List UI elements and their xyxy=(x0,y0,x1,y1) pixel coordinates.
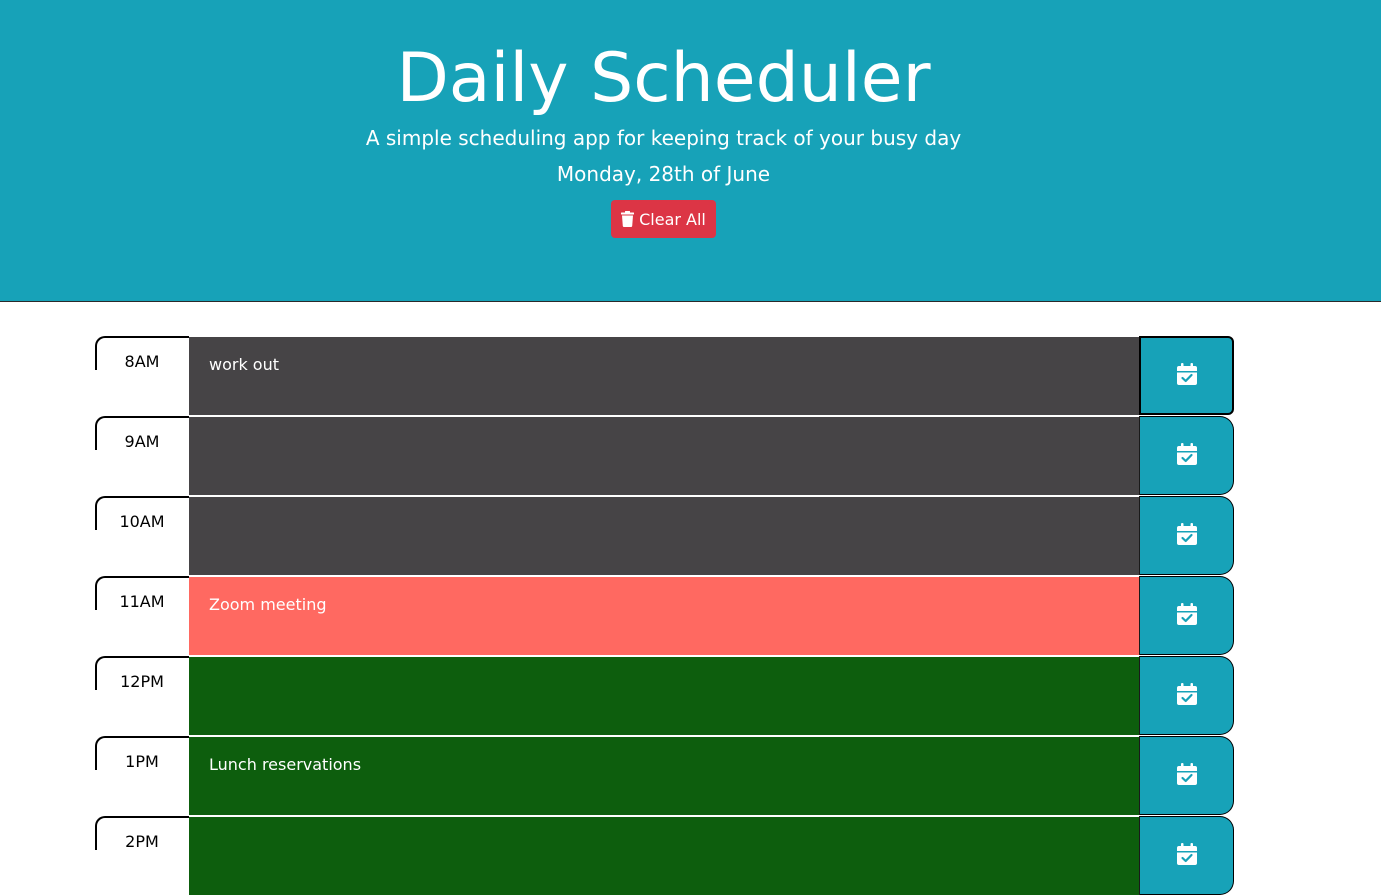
save-button[interactable] xyxy=(1139,656,1234,735)
clear-all-label: Clear All xyxy=(639,209,706,229)
event-description-input[interactable] xyxy=(189,736,1139,815)
event-description-input[interactable] xyxy=(189,336,1139,415)
time-block-row: 1PM xyxy=(95,736,1234,816)
time-block-row: 11AM xyxy=(95,576,1234,656)
calendar-check-icon xyxy=(1176,603,1197,628)
hour-label: 10AM xyxy=(119,512,165,531)
current-date: Monday, 28th of June xyxy=(556,162,771,186)
hour-label: 12PM xyxy=(120,672,164,691)
save-button[interactable] xyxy=(1139,416,1234,495)
hour-label: 8AM xyxy=(124,352,160,371)
hour-cell: 8AM xyxy=(95,336,189,416)
hour-label: 1PM xyxy=(125,752,159,771)
page-title: Daily Scheduler xyxy=(396,39,931,118)
event-description-input[interactable] xyxy=(189,816,1139,895)
hour-cell: 2PM xyxy=(95,816,189,896)
schedule: 8AM 9AM 10AM 11AM 12PM 1PM 2PM xyxy=(95,336,1234,896)
save-button[interactable] xyxy=(1139,736,1234,815)
event-description-input[interactable] xyxy=(189,656,1139,735)
calendar-check-icon xyxy=(1176,443,1197,468)
event-description-input[interactable] xyxy=(189,416,1139,495)
time-block-row: 9AM xyxy=(95,416,1234,496)
header: Daily Scheduler A simple scheduling app … xyxy=(0,0,1381,302)
trash-icon xyxy=(621,211,635,227)
time-block-row: 8AM xyxy=(95,336,1234,416)
hour-cell: 10AM xyxy=(95,496,189,576)
calendar-check-icon xyxy=(1176,363,1197,388)
hour-cell: 9AM xyxy=(95,416,189,496)
calendar-check-icon xyxy=(1176,763,1197,788)
event-description-input[interactable] xyxy=(189,576,1139,655)
save-button[interactable] xyxy=(1139,336,1234,415)
calendar-check-icon xyxy=(1176,523,1197,548)
hour-label: 2PM xyxy=(125,832,159,851)
hour-cell: 1PM xyxy=(95,736,189,816)
save-button[interactable] xyxy=(1139,576,1234,655)
time-block-row: 2PM xyxy=(95,816,1234,896)
hour-cell: 11AM xyxy=(95,576,189,656)
event-description-input[interactable] xyxy=(189,496,1139,575)
save-button[interactable] xyxy=(1139,496,1234,575)
clear-all-button[interactable]: Clear All xyxy=(611,200,716,238)
page-subtitle: A simple scheduling app for keeping trac… xyxy=(365,126,962,150)
time-block-row: 10AM xyxy=(95,496,1234,576)
hour-cell: 12PM xyxy=(95,656,189,736)
hour-label: 9AM xyxy=(124,432,160,451)
save-button[interactable] xyxy=(1139,816,1234,895)
hour-label: 11AM xyxy=(119,592,165,611)
calendar-check-icon xyxy=(1176,683,1197,708)
calendar-check-icon xyxy=(1176,843,1197,868)
time-block-row: 12PM xyxy=(95,656,1234,736)
